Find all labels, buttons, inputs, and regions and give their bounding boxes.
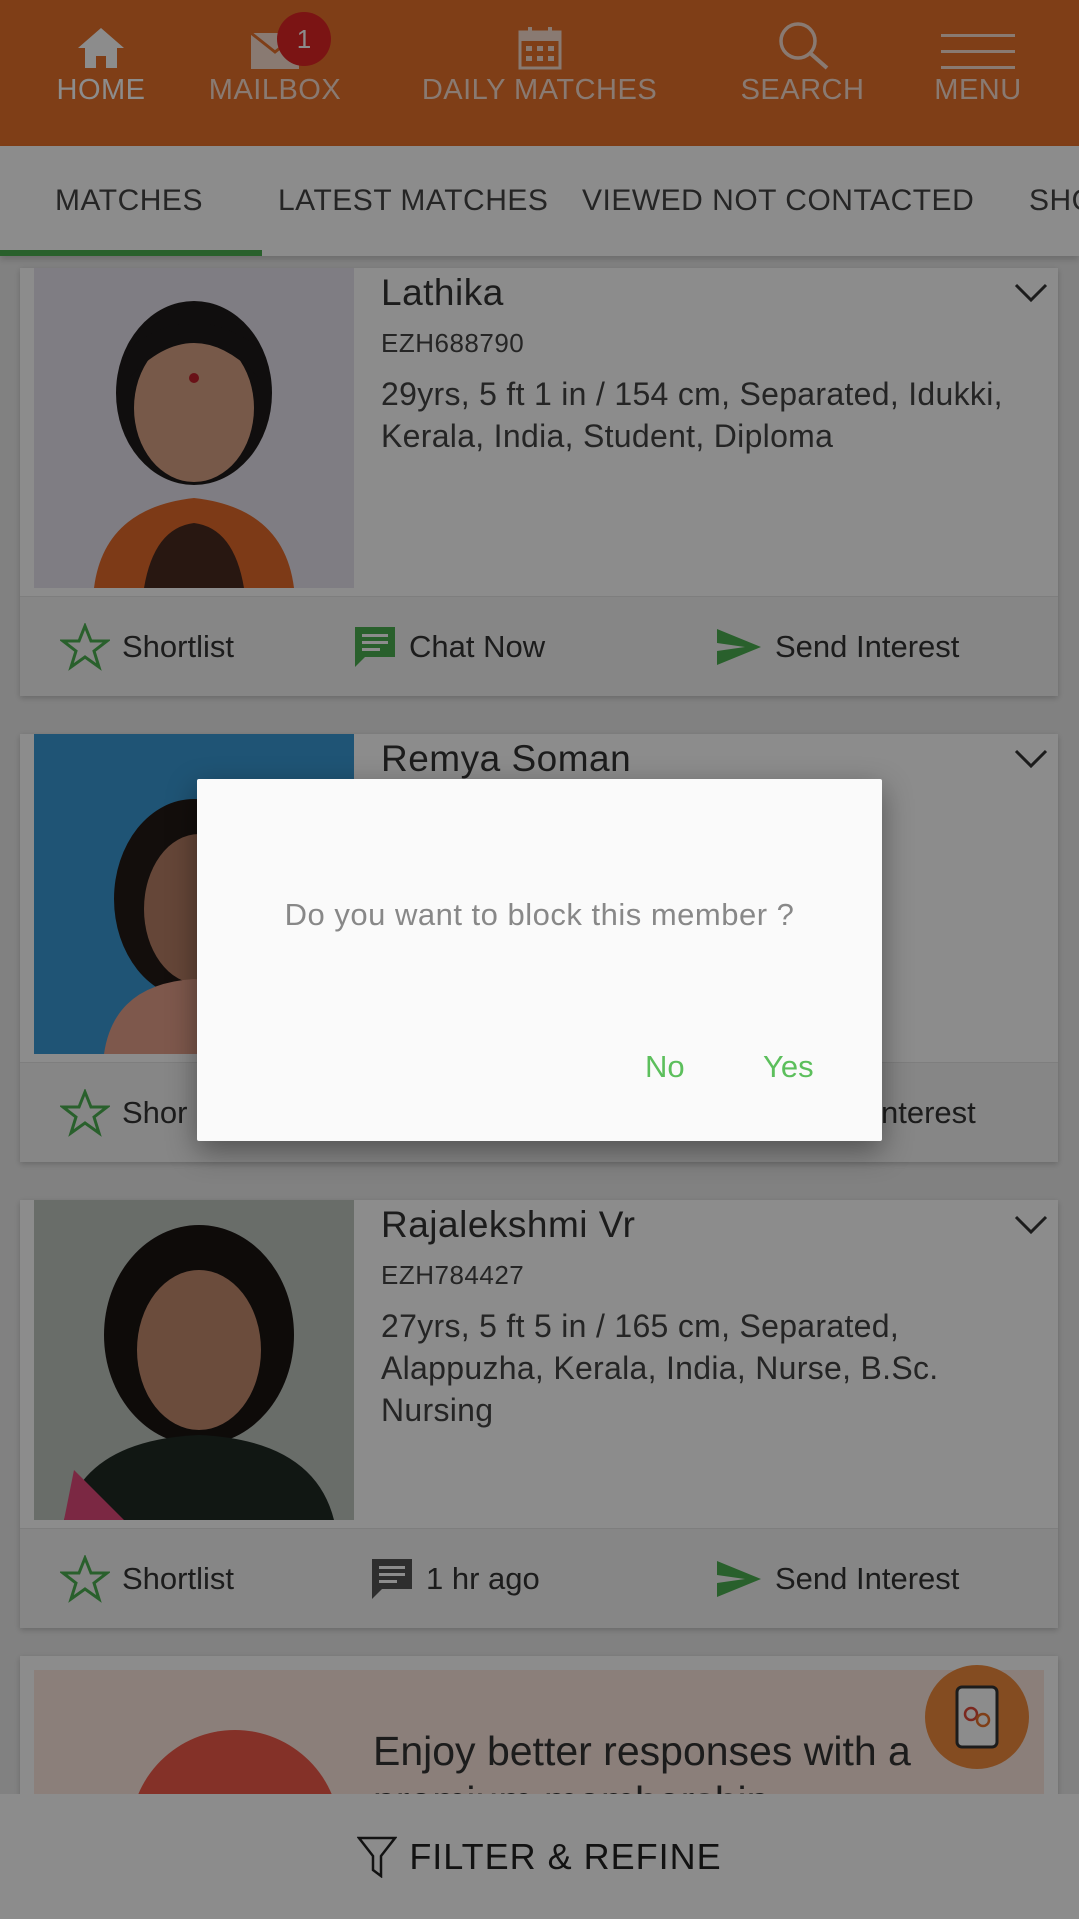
dialog-message: Do you want to block this member ?: [284, 897, 795, 932]
yes-button[interactable]: Yes: [763, 1049, 814, 1085]
block-member-dialog: Do you want to block this member ? No Ye…: [197, 779, 882, 1141]
no-button[interactable]: No: [645, 1049, 685, 1085]
